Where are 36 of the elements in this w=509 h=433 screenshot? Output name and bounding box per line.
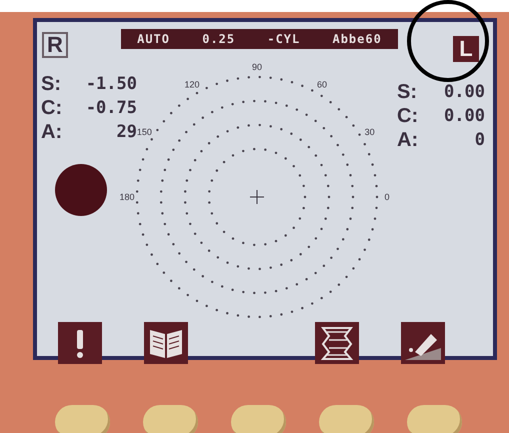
axis-label: 180: [119, 192, 135, 202]
eraser-icon[interactable]: [401, 322, 445, 364]
reading-label: S:: [397, 80, 417, 104]
reading-value: 0.00: [444, 82, 485, 102]
reading-value: -0.75: [86, 98, 137, 118]
right-lens-indicator: R: [42, 32, 68, 58]
hardware-button[interactable]: [143, 405, 198, 433]
axis-label: 30: [364, 127, 375, 137]
folded-paper-icon[interactable]: [315, 322, 359, 364]
status-text: -CYL: [267, 32, 300, 46]
status-text: 0.25: [202, 32, 236, 46]
book-icon[interactable]: [144, 322, 188, 364]
hardware-button[interactable]: [407, 405, 462, 433]
reading-value: -1.50: [86, 74, 137, 94]
hardware-button[interactable]: [319, 405, 374, 433]
reading-label: A:: [397, 128, 418, 152]
exclamation-icon[interactable]: [58, 322, 102, 364]
crosshair-icon: [250, 190, 264, 204]
axis-label: 0: [384, 192, 390, 202]
axis-label: 60: [317, 79, 327, 90]
reading-label: A:: [41, 120, 62, 144]
reading-label: C:: [41, 96, 62, 120]
reading-label: S:: [41, 72, 61, 96]
left-lens-indicator: L: [453, 36, 479, 62]
hardware-button[interactable]: [55, 405, 110, 433]
reading-value: 0.00: [444, 106, 485, 126]
status-text: AUTO: [137, 32, 170, 46]
axis-label: 150: [136, 127, 152, 137]
reading-value: 29: [116, 122, 137, 142]
reading-label: C:: [397, 104, 418, 128]
axis-label: 120: [184, 79, 200, 90]
reading-value: 0: [474, 130, 485, 150]
hardware-button[interactable]: [231, 405, 286, 433]
status-text: Abbe60: [332, 32, 382, 46]
axis-label: 90: [252, 62, 262, 72]
lens-spot-icon: [55, 164, 107, 216]
